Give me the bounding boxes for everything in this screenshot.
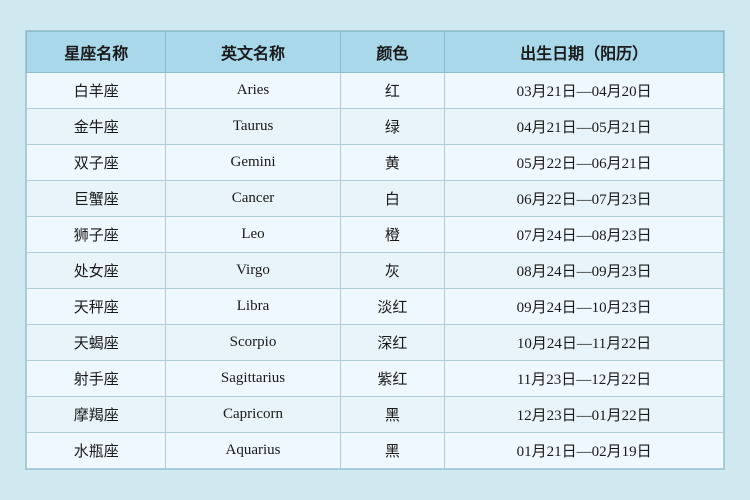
cell-date: 05月22日—06月21日 bbox=[445, 145, 724, 181]
cell-date: 09月24日—10月23日 bbox=[445, 289, 724, 325]
table-row: 狮子座Leo橙07月24日—08月23日 bbox=[27, 217, 724, 253]
header-color: 颜色 bbox=[340, 32, 445, 73]
cell-color: 紫红 bbox=[340, 361, 445, 397]
header-en: 英文名称 bbox=[166, 32, 340, 73]
header-date: 出生日期（阳历） bbox=[445, 32, 724, 73]
cell-color: 绿 bbox=[340, 109, 445, 145]
table-row: 处女座Virgo灰08月24日—09月23日 bbox=[27, 253, 724, 289]
cell-en: Aries bbox=[166, 73, 340, 109]
cell-zh: 金牛座 bbox=[27, 109, 166, 145]
zodiac-table: 星座名称 英文名称 颜色 出生日期（阳历） 白羊座Aries红03月21日—04… bbox=[26, 31, 724, 469]
cell-color: 黄 bbox=[340, 145, 445, 181]
cell-zh: 白羊座 bbox=[27, 73, 166, 109]
cell-zh: 水瓶座 bbox=[27, 433, 166, 469]
table-row: 水瓶座Aquarius黑01月21日—02月19日 bbox=[27, 433, 724, 469]
cell-en: Aquarius bbox=[166, 433, 340, 469]
zodiac-table-container: 星座名称 英文名称 颜色 出生日期（阳历） 白羊座Aries红03月21日—04… bbox=[25, 30, 725, 470]
cell-zh: 巨蟹座 bbox=[27, 181, 166, 217]
table-row: 摩羯座Capricorn黑12月23日—01月22日 bbox=[27, 397, 724, 433]
cell-color: 淡红 bbox=[340, 289, 445, 325]
cell-en: Leo bbox=[166, 217, 340, 253]
cell-color: 红 bbox=[340, 73, 445, 109]
cell-en: Taurus bbox=[166, 109, 340, 145]
cell-date: 06月22日—07月23日 bbox=[445, 181, 724, 217]
cell-color: 橙 bbox=[340, 217, 445, 253]
cell-en: Sagittarius bbox=[166, 361, 340, 397]
cell-color: 黑 bbox=[340, 433, 445, 469]
cell-color: 灰 bbox=[340, 253, 445, 289]
cell-en: Virgo bbox=[166, 253, 340, 289]
table-row: 射手座Sagittarius紫红11月23日—12月22日 bbox=[27, 361, 724, 397]
table-row: 双子座Gemini黄05月22日—06月21日 bbox=[27, 145, 724, 181]
cell-date: 08月24日—09月23日 bbox=[445, 253, 724, 289]
header-zh: 星座名称 bbox=[27, 32, 166, 73]
table-row: 天秤座Libra淡红09月24日—10月23日 bbox=[27, 289, 724, 325]
cell-zh: 天秤座 bbox=[27, 289, 166, 325]
cell-color: 黑 bbox=[340, 397, 445, 433]
table-row: 白羊座Aries红03月21日—04月20日 bbox=[27, 73, 724, 109]
cell-date: 04月21日—05月21日 bbox=[445, 109, 724, 145]
cell-date: 07月24日—08月23日 bbox=[445, 217, 724, 253]
cell-zh: 处女座 bbox=[27, 253, 166, 289]
cell-en: Gemini bbox=[166, 145, 340, 181]
cell-zh: 摩羯座 bbox=[27, 397, 166, 433]
cell-date: 12月23日—01月22日 bbox=[445, 397, 724, 433]
cell-zh: 射手座 bbox=[27, 361, 166, 397]
table-row: 天蝎座Scorpio深红10月24日—11月22日 bbox=[27, 325, 724, 361]
cell-color: 深红 bbox=[340, 325, 445, 361]
cell-zh: 天蝎座 bbox=[27, 325, 166, 361]
cell-color: 白 bbox=[340, 181, 445, 217]
cell-en: Libra bbox=[166, 289, 340, 325]
cell-en: Capricorn bbox=[166, 397, 340, 433]
table-row: 金牛座Taurus绿04月21日—05月21日 bbox=[27, 109, 724, 145]
cell-zh: 双子座 bbox=[27, 145, 166, 181]
cell-en: Scorpio bbox=[166, 325, 340, 361]
cell-date: 01月21日—02月19日 bbox=[445, 433, 724, 469]
cell-date: 03月21日—04月20日 bbox=[445, 73, 724, 109]
table-header-row: 星座名称 英文名称 颜色 出生日期（阳历） bbox=[27, 32, 724, 73]
table-row: 巨蟹座Cancer白06月22日—07月23日 bbox=[27, 181, 724, 217]
cell-zh: 狮子座 bbox=[27, 217, 166, 253]
cell-en: Cancer bbox=[166, 181, 340, 217]
cell-date: 10月24日—11月22日 bbox=[445, 325, 724, 361]
cell-date: 11月23日—12月22日 bbox=[445, 361, 724, 397]
